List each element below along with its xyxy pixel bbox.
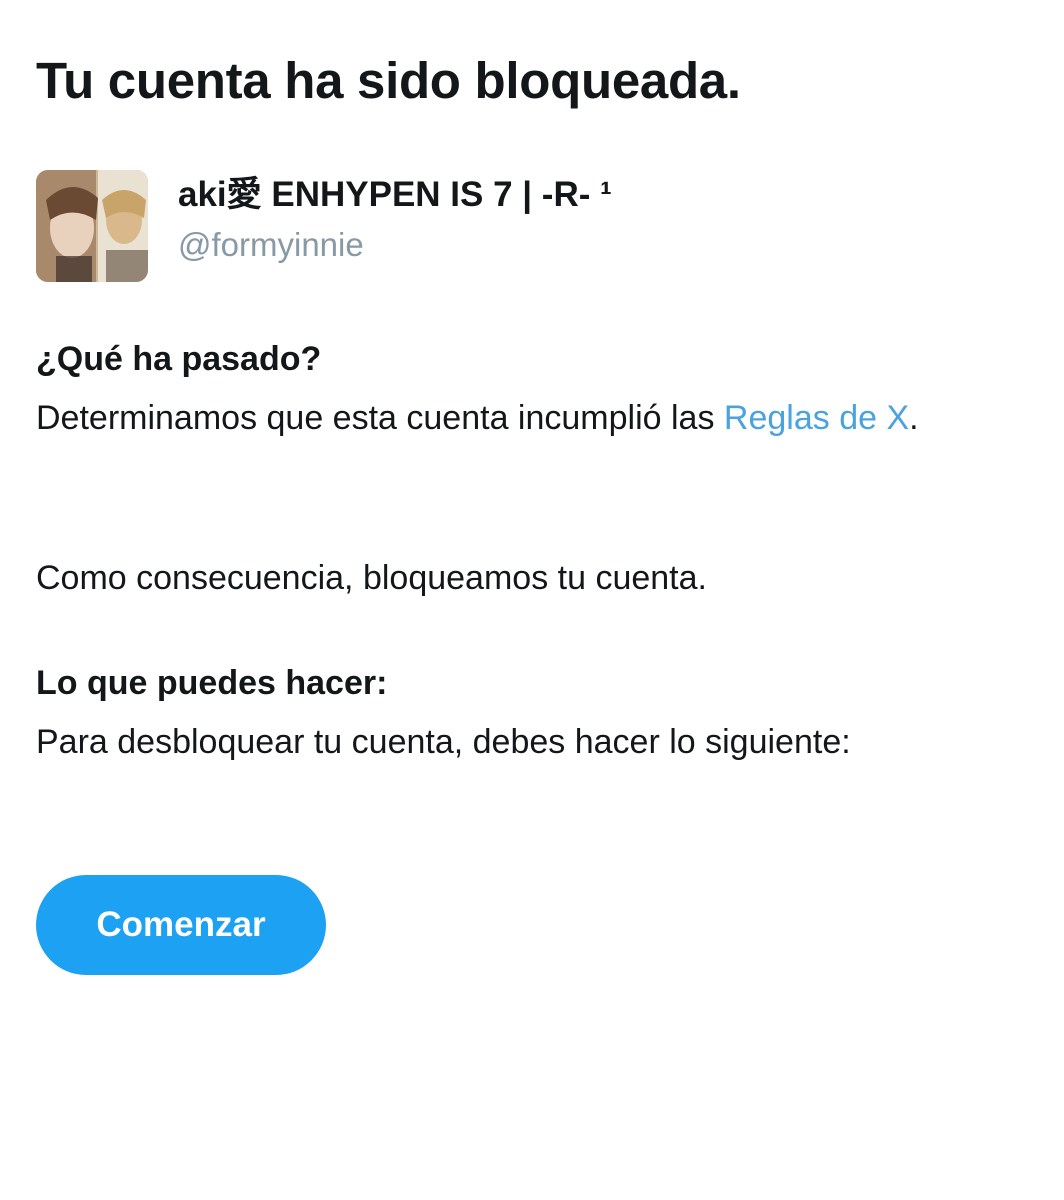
what-you-can-do-heading: Lo que puedes hacer: [36,664,388,702]
unlock-instructions-text: Para desbloquear tu cuenta, debes hacer … [36,723,851,761]
rules-link[interactable]: Reglas de X [724,399,909,437]
start-button[interactable]: Comenzar [36,875,326,975]
user-card: aki愛 ENHYPEN IS 7 | -R- ¹ @formyinnie [36,170,936,282]
avatar-image [36,170,148,282]
avatar [36,170,148,282]
account-handle: @formyinnie [178,226,364,263]
what-happened-heading: ¿Qué ha pasado? [36,340,322,378]
consequence-text: Como consecuencia, bloqueamos tu cuenta. [36,559,707,597]
page-title: Tu cuenta ha sido bloqueada. [36,52,741,109]
violation-text-end: . [909,399,919,437]
violation-text: Determinamos que esta cuenta incumplió l… [36,391,1011,445]
account-display-name: aki愛 ENHYPEN IS 7 | -R- ¹ [178,175,612,214]
violation-text-start: Determinamos que esta cuenta incumplió l… [36,399,724,437]
